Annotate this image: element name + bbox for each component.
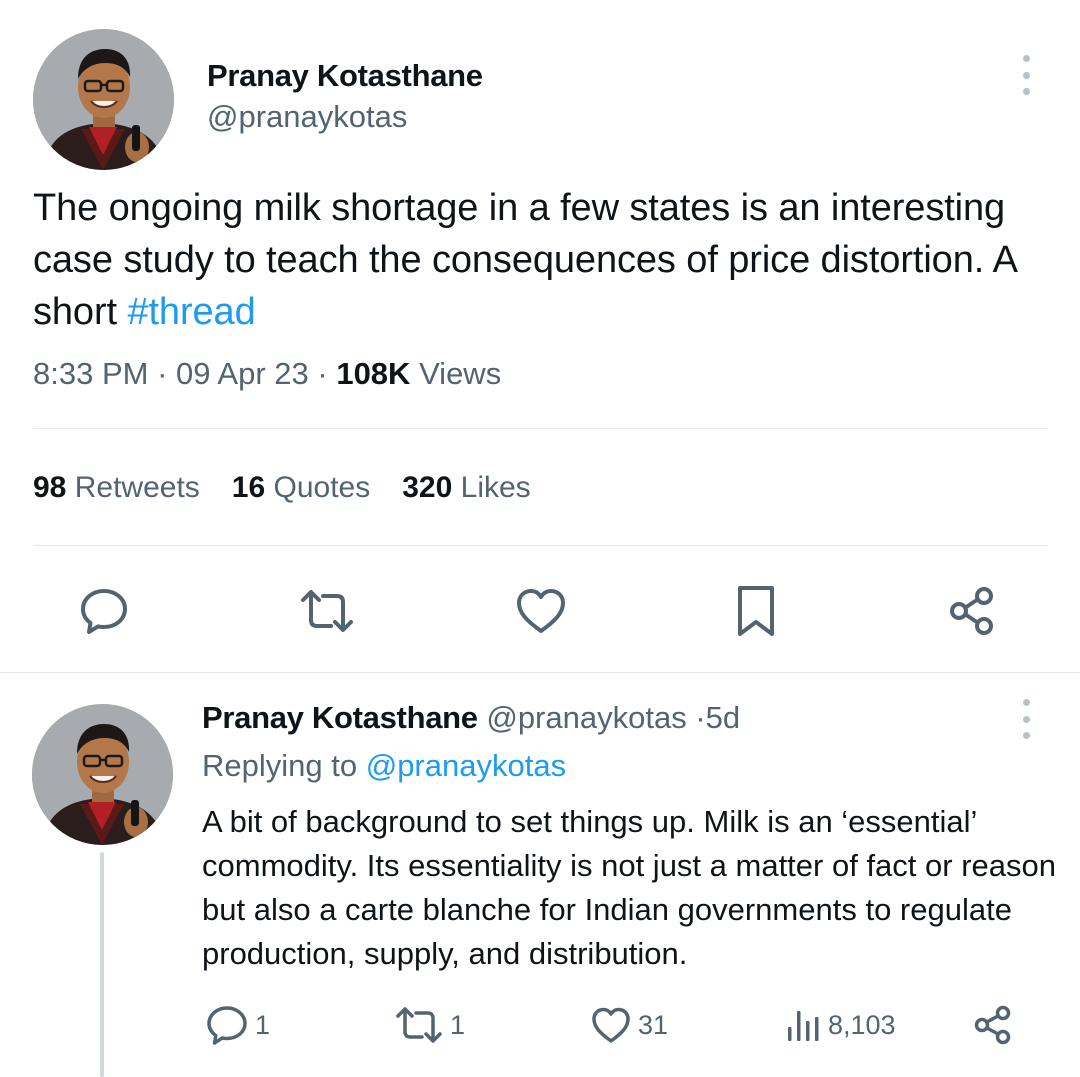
likes-label: Likes [460, 471, 531, 504]
share-icon[interactable] [944, 583, 1000, 639]
hashtag-link[interactable]: #thread [127, 291, 255, 333]
thread-connector-line [100, 852, 104, 1077]
meta-separator: · [157, 356, 168, 391]
tweet-date[interactable]: 09 Apr 23 [176, 356, 309, 391]
reply-replies-button[interactable]: 1 [205, 1003, 270, 1047]
divider [33, 428, 1048, 429]
reply-more-options-icon[interactable] [1020, 699, 1032, 739]
reply-author-handle[interactable]: @pranaykotas [486, 700, 686, 735]
reply-share-button[interactable] [972, 1003, 1014, 1047]
reply-icon [207, 1006, 247, 1045]
quotes-stat[interactable]: 16 Quotes [232, 471, 370, 505]
more-dot [1022, 715, 1030, 723]
main-tweet: Pranay Kotasthane @pranaykotas The ongoi… [0, 0, 1080, 672]
more-dot [1022, 71, 1030, 79]
header-separator: · [695, 700, 706, 735]
replying-to: Replying to @pranaykotas [202, 748, 566, 784]
avatar-photo-icon [32, 704, 173, 845]
reply-views-button[interactable]: 8,103 [786, 1003, 896, 1047]
replies-count: 1 [255, 1009, 271, 1040]
views-label: Views [419, 356, 502, 391]
more-options-icon[interactable] [1020, 55, 1032, 95]
like-icon[interactable] [513, 583, 569, 639]
views-count: 108K [336, 356, 411, 391]
retweets-stat[interactable]: 98 Retweets [33, 471, 200, 505]
retweet-icon [396, 1007, 442, 1043]
likes-stat[interactable]: 320 Likes [402, 471, 530, 505]
bookmark-icon[interactable] [733, 581, 779, 641]
reply-like-button[interactable]: 31 [590, 1003, 668, 1047]
reply-header: Pranay Kotasthane @pranaykotas ·5d [202, 700, 740, 736]
reply-icon[interactable] [76, 583, 132, 639]
section-divider [0, 672, 1080, 673]
reply-author-avatar[interactable] [32, 704, 173, 845]
replying-to-label: Replying to [202, 748, 358, 783]
reply-age[interactable]: 5d [706, 700, 740, 735]
avatar-photo-icon [33, 29, 174, 170]
tweet-text: The ongoing milk shortage in a few state… [33, 182, 1043, 338]
quotes-count: 16 [231, 471, 266, 504]
tweet-stats: 98 Retweets 16 Quotes 320 Likes [33, 471, 531, 505]
quotes-label: Quotes [273, 471, 371, 504]
divider [33, 545, 1048, 546]
replying-to-mention[interactable]: @pranaykotas [366, 748, 566, 783]
tweet-time[interactable]: 8:33 PM [33, 356, 148, 391]
likes-count: 320 [402, 471, 453, 504]
tweet-meta: 8:33 PM · 09 Apr 23 · 108K Views [33, 356, 501, 392]
reply-text: A bit of background to set things up. Mi… [202, 804, 1056, 971]
retweets-label: Retweets [74, 471, 200, 504]
share-icon [974, 1005, 1011, 1045]
retweets-count: 1 [450, 1009, 466, 1040]
reply-author-name[interactable]: Pranay Kotasthane [202, 700, 478, 735]
retweet-icon[interactable] [296, 583, 358, 639]
more-dot [1022, 699, 1030, 706]
retweets-count: 98 [33, 471, 67, 504]
meta-separator: · [317, 356, 328, 391]
like-icon [592, 1007, 630, 1043]
author-name[interactable]: Pranay Kotasthane [207, 58, 483, 94]
more-dot [1022, 732, 1030, 739]
more-dot [1022, 88, 1030, 95]
author-avatar[interactable] [33, 29, 174, 170]
author-handle[interactable]: @pranaykotas [207, 99, 407, 135]
reply-retweet-button[interactable]: 1 [394, 1003, 465, 1047]
views-count: 8,103 [828, 1009, 896, 1040]
more-dot [1022, 55, 1030, 62]
likes-count: 31 [638, 1009, 669, 1040]
views-analytics-icon [788, 1011, 819, 1041]
